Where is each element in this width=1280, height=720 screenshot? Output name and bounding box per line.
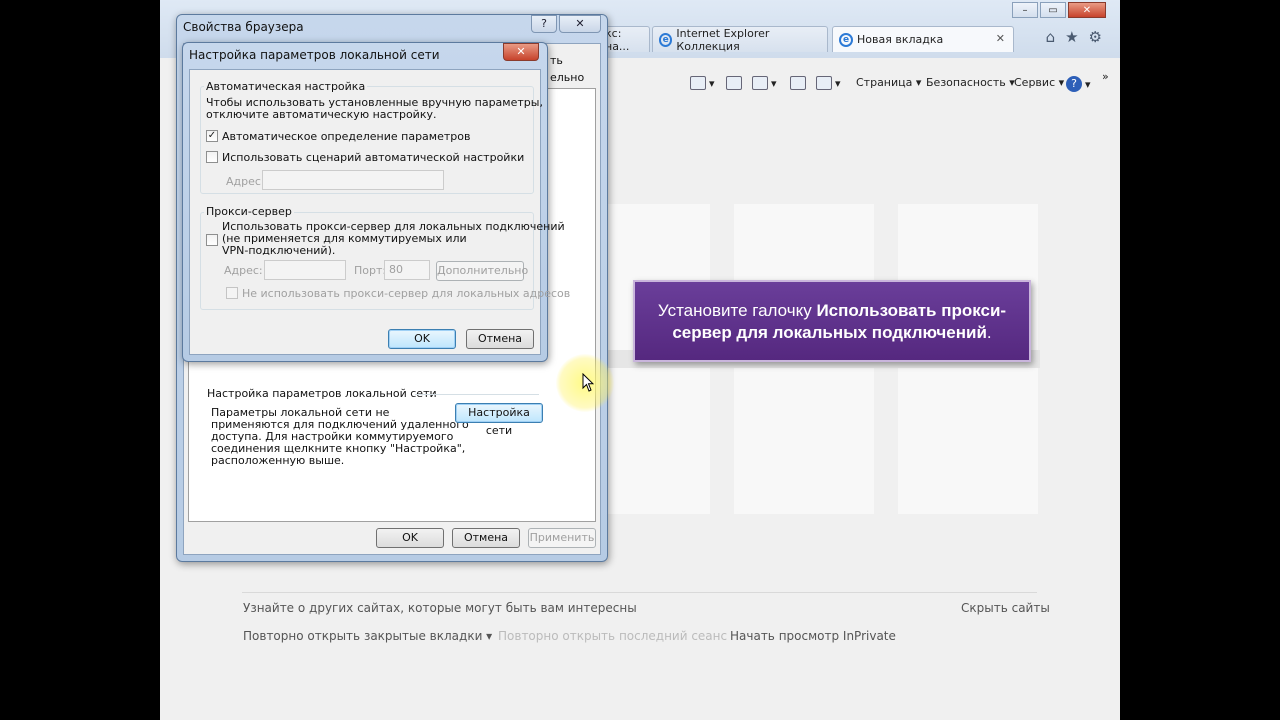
tab-close-icon[interactable]: ✕ xyxy=(996,32,1005,45)
tab-label: кс: на... xyxy=(605,26,630,53)
tab-fragment[interactable]: ельно xyxy=(550,71,584,84)
apply-button: Применить xyxy=(528,528,596,548)
reopen-closed-tabs-link[interactable]: Повторно открыть закрытые вкладки ▾ xyxy=(243,629,492,643)
close-window-button[interactable]: ✕ xyxy=(1068,2,1106,18)
proxy-group-title: Прокси-сервер xyxy=(204,205,294,218)
rss-icon xyxy=(752,76,768,90)
nav-icons: ⌂ ★ ⚙ xyxy=(1046,28,1102,46)
help-icon: ? xyxy=(1066,76,1082,92)
close-button[interactable]: ✕ xyxy=(559,15,601,33)
use-proxy-label[interactable]: Использовать прокси-сервер для локальных… xyxy=(222,221,565,255)
port-field: 80 xyxy=(384,260,430,280)
home-icon xyxy=(690,76,706,90)
text-line: VPN-подключений). xyxy=(222,244,336,256)
command-bar: ▾ ▾ ▾ Страница ▾ Безопасность ▾ Сервис ▾… xyxy=(600,70,1120,96)
proxy-address-field xyxy=(264,260,346,280)
window-controls: – ▭ ✕ xyxy=(1012,2,1106,18)
auto-detect-checkbox[interactable]: ✓ xyxy=(206,130,218,142)
maximize-button[interactable]: ▭ xyxy=(1040,2,1066,18)
tab-label: Internet Explorer Коллекция xyxy=(676,26,770,53)
screen-frame: – ▭ ✕ кс: на... e Internet Explorer Колл… xyxy=(160,0,1120,720)
discover-sites-link[interactable]: Узнайте о других сайтах, которые могут б… xyxy=(243,601,637,615)
tools-menu[interactable]: Сервис ▾ xyxy=(1014,76,1064,89)
home-icon[interactable]: ⌂ xyxy=(1046,28,1056,46)
advanced-button: Дополнительно xyxy=(436,261,528,281)
hand-icon[interactable] xyxy=(726,76,742,90)
callout-suffix: . xyxy=(986,323,992,342)
lan-settings-dialog: Настройка параметров локальной сети ✕ Ав… xyxy=(182,42,570,362)
proxy-address-label: Адрес: xyxy=(224,264,263,277)
tab-ie-gallery[interactable]: e Internet Explorer Коллекция xyxy=(652,26,828,53)
ok-button[interactable]: OK xyxy=(376,528,444,548)
safety-menu[interactable]: Безопасность ▾ xyxy=(926,76,1015,89)
dialog-title: Настройка параметров локальной сети xyxy=(189,48,440,62)
text-line: отключите автоматическую настройку. xyxy=(206,108,437,121)
reopen-last-session-link: Повторно открыть последний сеанс xyxy=(498,629,728,643)
gear-icon[interactable]: ⚙ xyxy=(1089,28,1102,46)
help-button[interactable]: ? xyxy=(531,15,557,33)
use-proxy-checkbox[interactable] xyxy=(206,234,218,246)
chevron-more-icon[interactable]: » xyxy=(1102,70,1109,83)
cancel-button[interactable]: Отмена xyxy=(466,329,534,349)
mail-icon[interactable] xyxy=(790,76,806,90)
script-address-label: Адрес xyxy=(226,175,261,188)
lan-section-title: Настройка параметров локальной сети xyxy=(207,387,437,400)
hide-sites-link[interactable]: Скрыть сайты xyxy=(961,601,1050,615)
page-menu[interactable]: Страница ▾ xyxy=(856,76,921,89)
tab-label: Новая вкладка xyxy=(857,33,944,46)
bypass-local-label: Не использовать прокси-сервер для локаль… xyxy=(242,287,571,300)
auto-detect-label[interactable]: Автоматическое определение параметров xyxy=(222,130,470,143)
divider xyxy=(242,592,1037,593)
divider xyxy=(415,394,539,395)
tab-new-tab[interactable]: e Новая вкладка ✕ xyxy=(832,26,1014,52)
lan-description: Параметры локальной сети не применяются … xyxy=(211,407,469,467)
mouse-pointer-icon xyxy=(582,373,594,392)
ie-logo-icon: e xyxy=(659,32,673,47)
dialog-title: Свойства браузера xyxy=(183,20,304,34)
auto-script-label[interactable]: Использовать сценарий автоматической нас… xyxy=(222,151,524,164)
lan-settings-button[interactable]: Настройка сети xyxy=(455,403,543,437)
bypass-local-checkbox xyxy=(226,287,238,299)
home-menu-button[interactable]: ▾ xyxy=(690,76,715,90)
cancel-button[interactable]: Отмена xyxy=(452,528,520,548)
minimize-button[interactable]: – xyxy=(1012,2,1038,18)
inprivate-link[interactable]: Начать просмотр InPrivate xyxy=(730,629,896,643)
script-address-field xyxy=(262,170,444,190)
print-menu-button[interactable]: ▾ xyxy=(816,76,841,90)
dialog-body: Автоматическая настройка Чтобы использов… xyxy=(189,69,570,355)
ok-button[interactable]: OK xyxy=(388,329,456,349)
port-label: Порт: xyxy=(354,264,387,277)
printer-icon xyxy=(816,76,832,90)
favorites-star-icon[interactable]: ★ xyxy=(1065,28,1078,46)
help-menu-button[interactable]: ? ▾ xyxy=(1066,76,1091,92)
text-line: расположенную выше. xyxy=(211,454,345,467)
tab-fragment[interactable]: ть xyxy=(550,54,563,67)
auto-config-description: Чтобы использовать установленные вручную… xyxy=(206,97,543,121)
feeds-menu-button[interactable]: ▾ xyxy=(752,76,777,90)
auto-config-title: Автоматическая настройка xyxy=(204,80,368,93)
ie-logo-icon: e xyxy=(839,32,853,47)
callout-text: Установите галочку xyxy=(657,301,817,320)
instruction-callout: Установите галочку Использовать прокси-с… xyxy=(633,280,1031,362)
close-button[interactable]: ✕ xyxy=(503,43,539,61)
auto-script-checkbox[interactable] xyxy=(206,151,218,163)
